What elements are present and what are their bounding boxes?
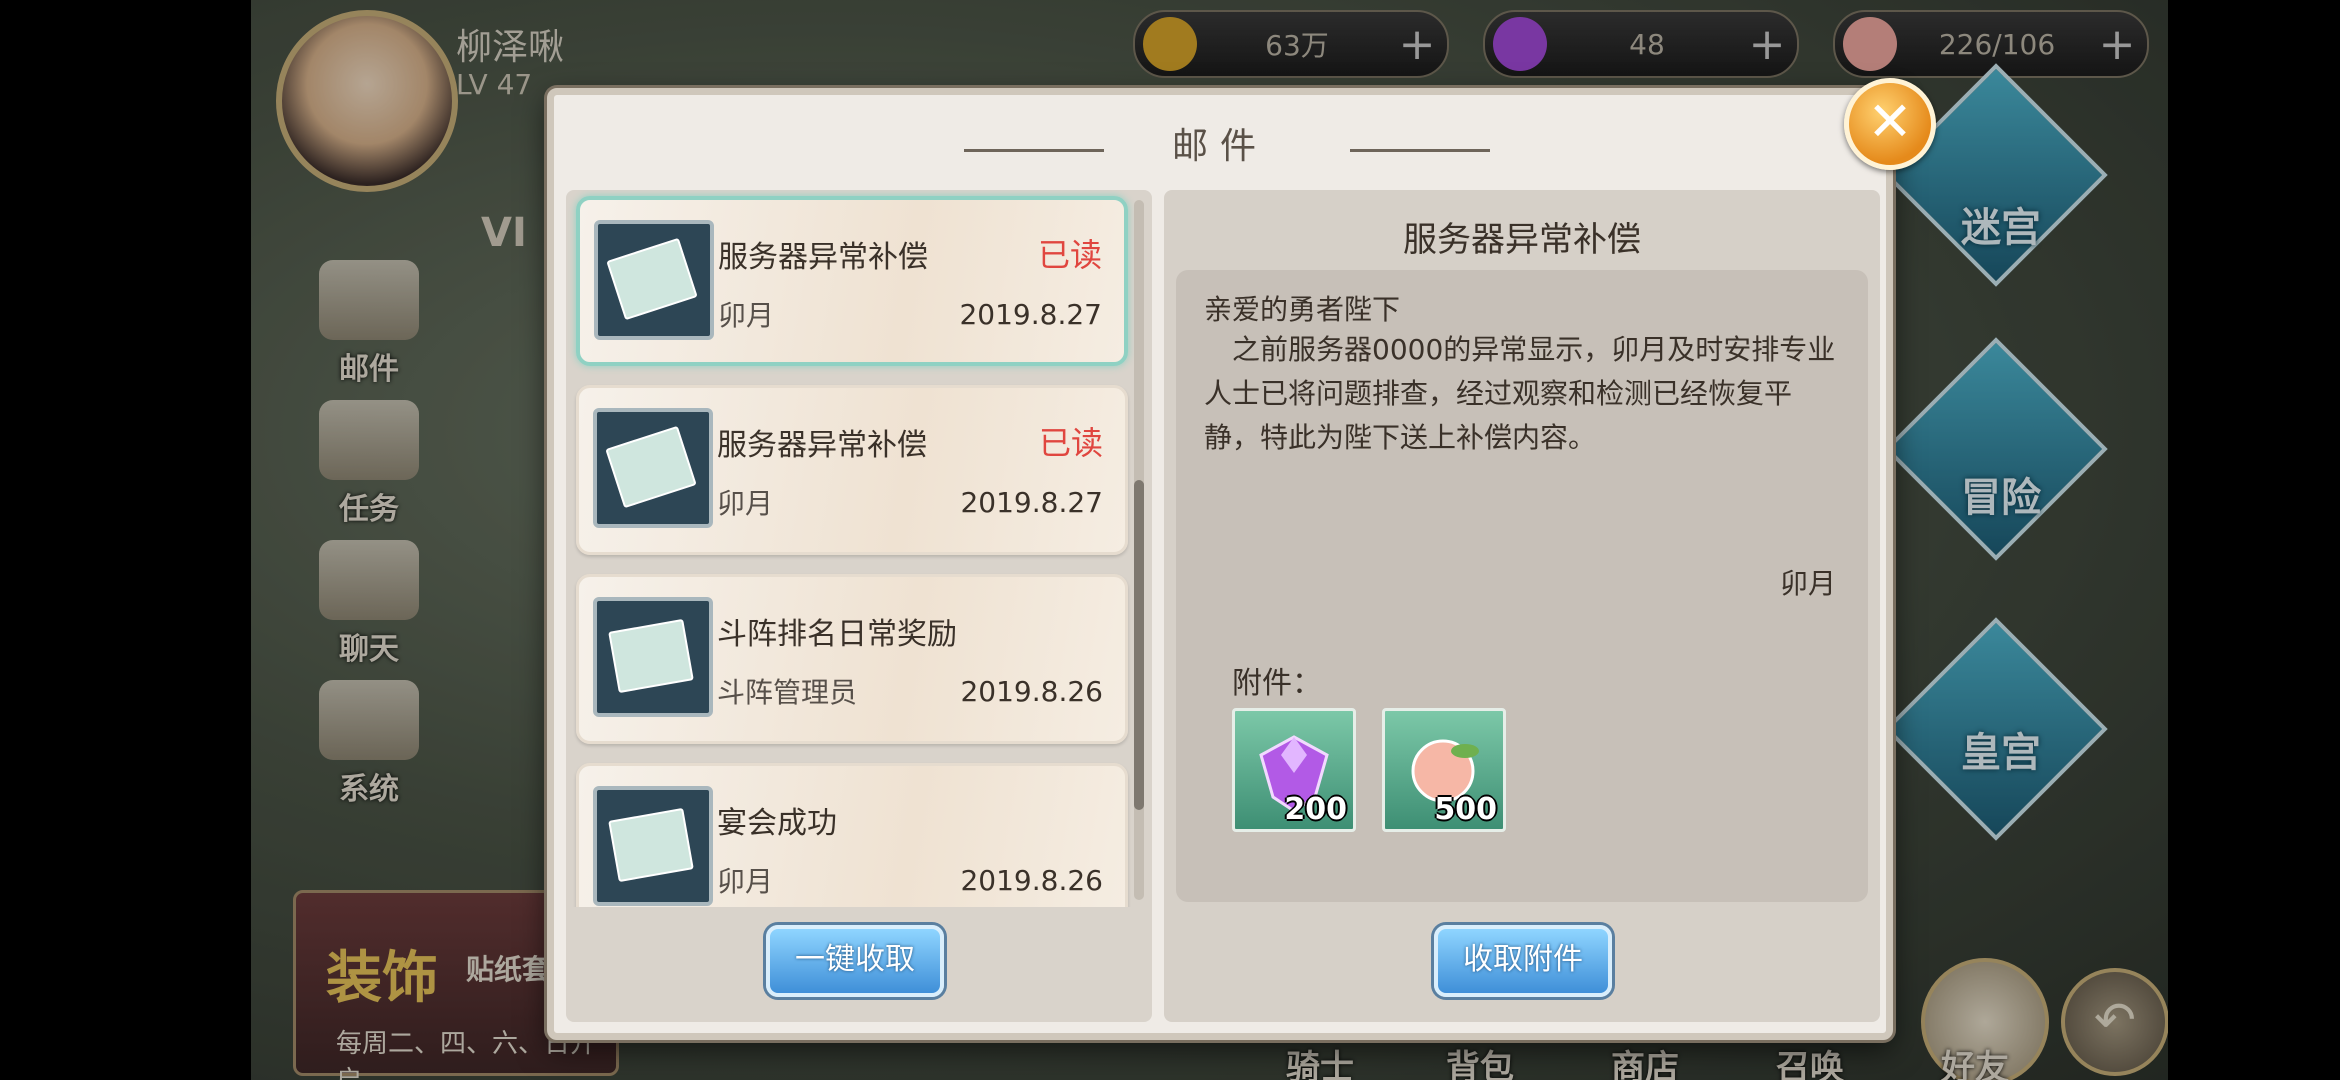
attachment-gem[interactable]: 200 (1232, 708, 1356, 832)
mail-item-3[interactable]: 斗阵排名日常奖励 斗阵管理员 2019.8.26 (576, 574, 1128, 744)
mail-greeting: 亲爱的勇者陛下 (1204, 293, 1401, 326)
mail-date: 2019.8.26 (960, 675, 1103, 708)
mail-signature: 卯月 (1779, 567, 1836, 600)
mail-list[interactable]: 服务器异常补偿 已读 卯月 2019.8.27 服务器异常补偿 已读 卯月 20… (566, 190, 1152, 907)
mail-item-1[interactable]: 服务器异常补偿 已读 卯月 2019.8.27 (576, 196, 1128, 366)
envelope-icon (593, 786, 713, 906)
mail-title: 服务器异常补偿 (717, 428, 927, 463)
collect-attachments-button[interactable]: 收取附件 (1434, 925, 1612, 997)
attachment-peach[interactable]: 500 (1382, 708, 1506, 832)
close-icon[interactable]: ✕ (1844, 78, 1936, 170)
mail-item-4[interactable]: 宴会成功 卯月 2019.8.26 (576, 763, 1128, 907)
open-envelope-icon (593, 408, 713, 528)
attachment-quantity: 200 (1284, 792, 1347, 827)
mail-date: 2019.8.27 (959, 298, 1102, 331)
attachments-label: 附件： (1232, 666, 1322, 701)
open-envelope-icon (594, 220, 714, 340)
mail-sender: 卯月 (717, 487, 774, 520)
title-ornament-right (1350, 149, 1490, 152)
mail-detail-title: 服务器异常补偿 (1403, 220, 1641, 260)
collect-all-button[interactable]: 一键收取 (766, 925, 944, 997)
mail-read-status: 已读 (1038, 424, 1103, 462)
envelope-icon (593, 597, 713, 717)
mail-sender: 卯月 (718, 299, 775, 332)
mail-dialog: 邮件 服务器异常补偿 已读 卯月 2019.8.27 服务器异常补偿 已读 卯月… (547, 88, 1893, 1040)
mail-item-2[interactable]: 服务器异常补偿 已读 卯月 2019.8.27 (576, 385, 1128, 555)
mail-sender: 斗阵管理员 (717, 676, 858, 709)
mail-detail-panel: 服务器异常补偿 亲爱的勇者陛下 之前服务器0000的异常显示，卯月及时安排专业人… (1164, 190, 1880, 1022)
dialog-title: 邮件 (1171, 126, 1268, 167)
mail-title: 宴会成功 (717, 806, 837, 841)
mail-list-scrollbar[interactable] (1134, 480, 1144, 810)
mail-date: 2019.8.27 (960, 486, 1103, 519)
mail-title: 服务器异常补偿 (718, 240, 928, 275)
mail-date: 2019.8.26 (960, 864, 1103, 897)
mail-list-panel: 服务器异常补偿 已读 卯月 2019.8.27 服务器异常补偿 已读 卯月 20… (566, 190, 1152, 1022)
mail-body: 之前服务器0000的异常显示，卯月及时安排专业人士已将问题排查，经过观察和检测已… (1204, 333, 1836, 454)
mail-content-box: 亲爱的勇者陛下 之前服务器0000的异常显示，卯月及时安排专业人士已将问题排查，… (1176, 270, 1868, 902)
mail-sender: 卯月 (717, 865, 774, 898)
dialog-title-bar: 邮件 (554, 95, 1886, 187)
title-ornament-left (964, 149, 1104, 152)
mail-read-status: 已读 (1037, 236, 1102, 274)
mail-title: 斗阵排名日常奖励 (717, 617, 957, 652)
attachment-quantity: 500 (1434, 792, 1497, 827)
